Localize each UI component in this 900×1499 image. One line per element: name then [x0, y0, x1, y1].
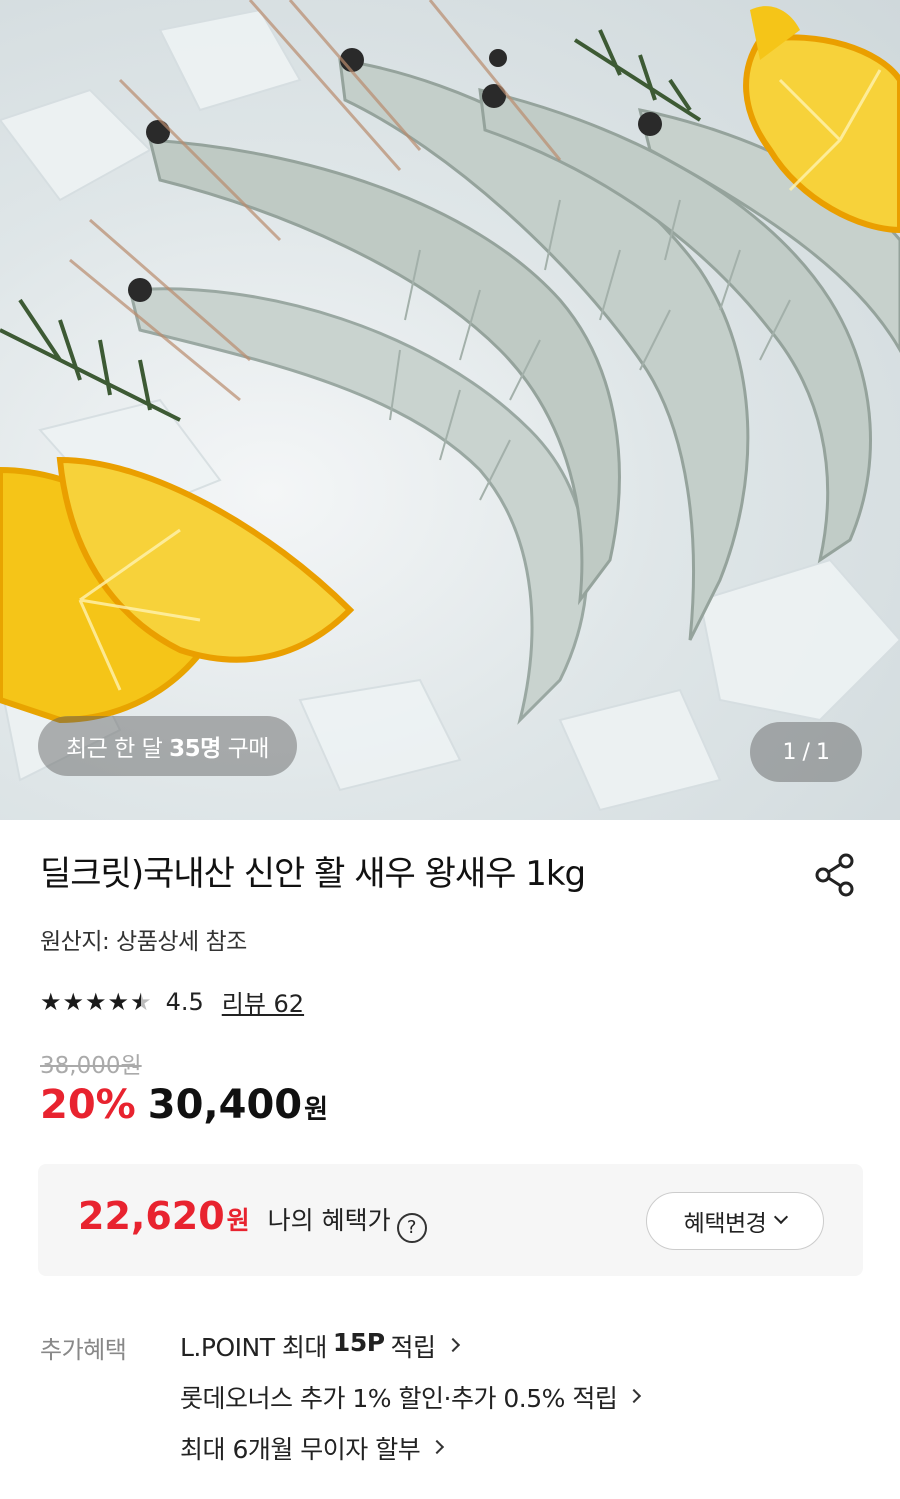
star-icon: ★: [85, 987, 107, 1016]
extra-benefit-lotte-owners[interactable]: 롯데오너스 추가 1% 할인·추가 0.5% 적립: [180, 1379, 642, 1430]
review-link[interactable]: 리뷰 62: [222, 984, 304, 1019]
my-benefit-price: 22,620 원 나의 혜택가 ?: [78, 1194, 427, 1243]
extra-benefits-label: 추가혜택: [40, 1336, 127, 1364]
benefit-price-value: 22,620: [78, 1194, 225, 1238]
price-unit: 원: [304, 1095, 329, 1125]
origin-info: 원산지: 상품상세 참조: [40, 929, 247, 955]
star-icon: ★: [40, 987, 62, 1016]
shrimp-photo: [0, 0, 900, 812]
buyers-count: 35명: [169, 736, 221, 762]
benefit-price-box: 22,620 원 나의 혜택가 ? 혜택변경: [38, 1164, 863, 1276]
chevron-right-icon: [627, 1388, 642, 1404]
change-benefit-label: 혜택변경: [683, 1211, 767, 1237]
share-button[interactable]: [812, 852, 858, 898]
half-star-icon: ★: [130, 987, 152, 1016]
benefit-price-unit: 원: [226, 1206, 250, 1235]
share-icon: [815, 853, 854, 897]
rating-value: 4.5: [165, 987, 204, 1016]
benefit-price-label: 나의 혜택가: [267, 1206, 391, 1235]
star-icon: ★: [107, 987, 130, 1016]
chevron-down-icon: [774, 1209, 789, 1225]
discount-rate: 20%: [40, 1082, 136, 1128]
image-counter: 1 / 1: [750, 722, 862, 782]
installment-text: 최대 6개월 무이자 할부: [180, 1435, 421, 1464]
rating-row: ★ ★ ★ ★ ★ 4.5 리뷰 62: [40, 984, 304, 1019]
star-icon: ★: [62, 987, 85, 1016]
star-rating: ★ ★ ★ ★ ★: [40, 990, 152, 1014]
chevron-right-icon: [430, 1439, 445, 1455]
product-title: 딜크릿)국내산 신안 활 새우 왕새우 1kg: [40, 854, 586, 894]
recent-buyers-badge: 최근 한 달 35명 구매: [38, 716, 297, 776]
product-image[interactable]: 최근 한 달 35명 구매 1 / 1: [0, 0, 900, 820]
extra-benefit-installment[interactable]: 최대 6개월 무이자 할부: [180, 1430, 639, 1481]
extra-benefits-list: L.POINT 최대 15P 적립 롯데오너스 추가 1% 할인·추가 0.5%…: [180, 1328, 642, 1481]
original-price: 38,000원: [40, 1053, 142, 1079]
lpoint-text: L.POINT 최대: [180, 1333, 327, 1362]
buyers-suffix: 구매: [227, 736, 270, 762]
sale-price-row: 20% 30,400 원: [40, 1082, 328, 1128]
chevron-right-icon: [445, 1337, 460, 1353]
buyers-prefix: 최근 한 달: [66, 736, 163, 762]
help-icon[interactable]: ?: [396, 1212, 427, 1243]
lotte-owners-text: 롯데오너스 추가 1% 할인·추가 0.5% 적립: [180, 1384, 618, 1413]
lpoint-suffix: 적립: [390, 1333, 437, 1362]
sale-price: 30,400: [147, 1082, 303, 1128]
lpoint-points: 15P: [332, 1328, 385, 1357]
change-benefit-button[interactable]: 혜택변경: [646, 1192, 824, 1250]
extra-benefit-lpoint[interactable]: L.POINT 최대 15P 적립: [180, 1328, 639, 1379]
